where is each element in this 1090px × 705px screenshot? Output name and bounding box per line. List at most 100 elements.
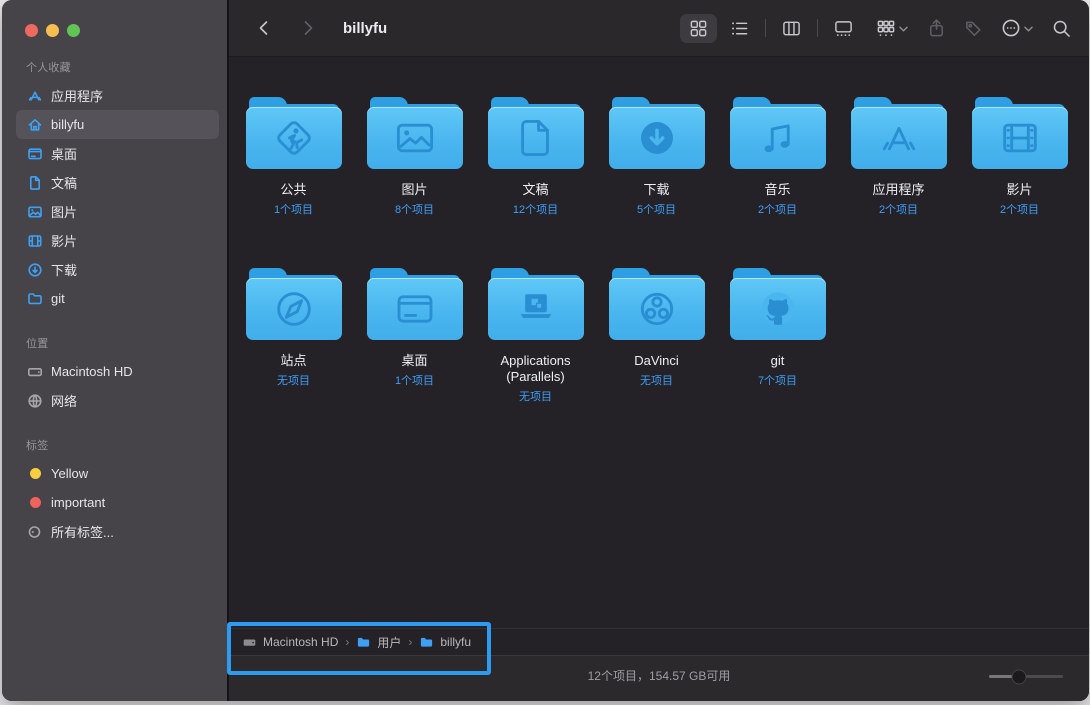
folder-grid: 公共 1个项目 图片 8个项目 文稿 12个项目 — [233, 97, 1080, 439]
music-emblem-icon — [755, 115, 801, 161]
downloads-emblem-icon — [634, 115, 680, 161]
share-button[interactable] — [923, 14, 950, 42]
search-button[interactable] — [1048, 15, 1075, 42]
window-title: billyfu — [343, 20, 387, 37]
minimize-button[interactable] — [46, 24, 59, 37]
globe-icon — [26, 392, 43, 409]
sidebar-item-movies[interactable]: 影片 — [16, 226, 219, 255]
folder-count: 2个项目 — [758, 201, 797, 217]
sidebar-item-network[interactable]: 网络 — [16, 386, 219, 415]
sidebar-item-tag-important[interactable]: important — [16, 488, 219, 517]
folder-icon — [609, 97, 705, 169]
folder-icon — [972, 97, 1068, 169]
finder-window: 个人收藏 应用程序 billyfu 桌面 文稿 图片 影片 下载 — [2, 0, 1089, 701]
folder-item-applications[interactable]: 应用程序 2个项目 — [838, 97, 959, 268]
back-button[interactable] — [251, 15, 277, 41]
film-icon — [26, 232, 43, 249]
folder-icon — [609, 268, 705, 340]
path-item-billyfu[interactable]: billyfu — [419, 635, 471, 650]
sidebar-item-macintosh-hd[interactable]: Macintosh HD — [16, 357, 219, 386]
sidebar-item-label: Yellow — [51, 466, 88, 481]
path-item-users[interactable]: 用户 — [356, 634, 401, 651]
folder-icon — [367, 97, 463, 169]
harddrive-icon — [242, 635, 257, 650]
icon-view-button[interactable] — [680, 14, 717, 43]
folder-name: 文稿 — [522, 182, 548, 198]
folder-count: 12个项目 — [513, 201, 558, 217]
icon-size-slider[interactable] — [989, 675, 1063, 678]
group-by-button[interactable] — [872, 15, 913, 42]
folder-name: 桌面 — [401, 353, 427, 369]
sidebar-item-git[interactable]: git — [16, 284, 219, 313]
path-bar: Macintosh HD › 用户 › billyfu — [229, 628, 1089, 655]
sidebar-section-tags: 标签 — [26, 437, 219, 453]
toolbar: billyfu — [229, 0, 1089, 57]
sidebar-item-tag-yellow[interactable]: Yellow — [16, 459, 219, 488]
parallels-emblem-icon — [513, 286, 559, 332]
folder-count: 无项目 — [519, 388, 552, 404]
sidebar-item-billyfu[interactable]: billyfu — [16, 110, 219, 139]
folder-grid-area[interactable]: 公共 1个项目 图片 8个项目 文稿 12个项目 — [229, 57, 1089, 628]
gallery-view-button[interactable] — [825, 14, 862, 43]
close-button[interactable] — [25, 24, 38, 37]
folder-item-music[interactable]: 音乐 2个项目 — [717, 97, 838, 268]
folder-count: 无项目 — [277, 372, 310, 388]
sidebar-item-label: 所有标签... — [51, 522, 114, 541]
zoom-button[interactable] — [67, 24, 80, 37]
folder-name: Applications (Parallels) — [480, 353, 592, 385]
sidebar-item-label: git — [51, 291, 65, 306]
sidebar-item-all-tags[interactable]: 所有标签... — [16, 517, 219, 546]
desktop-emblem-icon — [392, 286, 438, 332]
movies-emblem-icon — [997, 115, 1043, 161]
sidebar-item-applications[interactable]: 应用程序 — [16, 81, 219, 110]
forward-button[interactable] — [295, 15, 321, 41]
sidebar-item-downloads[interactable]: 下载 — [16, 255, 219, 284]
folder-name: git — [771, 353, 785, 369]
folder-item-movies[interactable]: 影片 2个项目 — [959, 97, 1080, 268]
sidebar-item-label: 文稿 — [51, 173, 77, 192]
folder-item-sites[interactable]: 站点 无项目 — [233, 268, 354, 439]
folder-item-desktop[interactable]: 桌面 1个项目 — [354, 268, 475, 439]
folder-item-documents[interactable]: 文稿 12个项目 — [475, 97, 596, 268]
folder-name: 音乐 — [764, 182, 790, 198]
tag-button[interactable] — [960, 15, 987, 42]
sidebar-item-desktop[interactable]: 桌面 — [16, 139, 219, 168]
folder-item-applications-parallels[interactable]: Applications (Parallels) 无项目 — [475, 268, 596, 439]
document-icon — [26, 174, 43, 191]
red-tag-dot-icon — [26, 494, 43, 511]
main-area: billyfu — [229, 0, 1089, 701]
sidebar-item-pictures[interactable]: 图片 — [16, 197, 219, 226]
folder-icon — [367, 268, 463, 340]
sidebar-section-locations: 位置 — [26, 335, 219, 351]
folder-item-git[interactable]: git 7个项目 — [717, 268, 838, 439]
circle-outline-icon — [26, 523, 43, 540]
folder-count: 2个项目 — [1000, 201, 1039, 217]
appstore-icon — [26, 87, 43, 104]
sidebar-item-label: Macintosh HD — [51, 364, 133, 379]
sidebar-item-label: 网络 — [51, 391, 77, 410]
column-view-button[interactable] — [773, 14, 810, 43]
folder-count: 1个项目 — [395, 372, 434, 388]
github-emblem-icon — [755, 286, 801, 332]
slider-knob[interactable] — [1011, 669, 1026, 684]
folder-item-pictures[interactable]: 图片 8个项目 — [354, 97, 475, 268]
sites-emblem-icon — [271, 286, 317, 332]
desktop-icon — [26, 145, 43, 162]
path-item-macintosh-hd[interactable]: Macintosh HD — [242, 635, 338, 650]
folder-icon — [730, 97, 826, 169]
sidebar-item-documents[interactable]: 文稿 — [16, 168, 219, 197]
sidebar-item-label: 桌面 — [51, 144, 77, 163]
folder-item-public[interactable]: 公共 1个项目 — [233, 97, 354, 268]
window-controls — [25, 24, 219, 37]
appstore-emblem-icon — [876, 115, 922, 161]
davinci-emblem-icon — [634, 286, 680, 332]
folder-item-davinci[interactable]: DaVinci 无项目 — [596, 268, 717, 439]
list-view-button[interactable] — [721, 14, 758, 43]
folder-icon — [26, 290, 43, 307]
more-options-button[interactable] — [997, 14, 1038, 42]
folder-count: 2个项目 — [879, 201, 918, 217]
folder-icon — [356, 635, 371, 650]
folder-count: 8个项目 — [395, 201, 434, 217]
folder-item-downloads[interactable]: 下载 5个项目 — [596, 97, 717, 268]
folder-count: 无项目 — [640, 372, 673, 388]
